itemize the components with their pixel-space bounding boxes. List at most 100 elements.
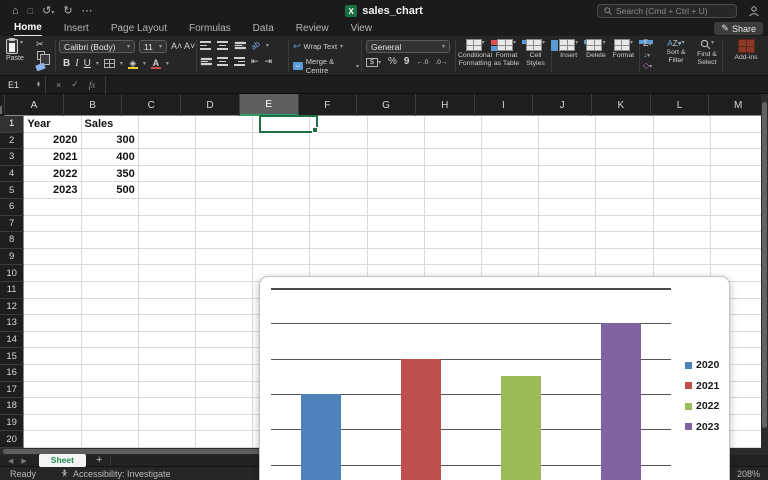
row-header-9[interactable]: 9 <box>0 249 24 266</box>
more-commands-icon[interactable]: ⋯ <box>82 6 93 17</box>
cell-C14[interactable] <box>139 332 196 349</box>
cell-C9[interactable] <box>139 249 196 266</box>
cell-H8[interactable] <box>425 232 482 249</box>
column-header-L[interactable]: L <box>651 94 710 116</box>
cell-D16[interactable] <box>196 365 253 382</box>
cell-D9[interactable] <box>196 249 253 266</box>
row-header-12[interactable]: 12 <box>0 299 24 316</box>
cell-D8[interactable] <box>196 232 253 249</box>
merge-centre-button[interactable]: ↔ Merge & Centre ▾ <box>293 57 359 75</box>
fill-button[interactable]: ↓▾ <box>643 50 652 59</box>
cell-B7[interactable] <box>82 216 139 233</box>
row-header-19[interactable]: 19 <box>0 415 24 432</box>
cell-M6[interactable] <box>711 199 768 216</box>
cell-I1[interactable] <box>482 116 539 133</box>
cell-E4[interactable] <box>253 166 310 183</box>
cell-J3[interactable] <box>539 149 596 166</box>
clear-button[interactable]: ◇▾ <box>643 61 652 70</box>
cell-G5[interactable] <box>368 182 425 199</box>
cell-K6[interactable] <box>596 199 653 216</box>
increase-indent-button[interactable]: ⇥ <box>265 57 273 66</box>
underline-button[interactable]: U <box>84 58 91 69</box>
cell-E7[interactable] <box>253 216 310 233</box>
cell-H4[interactable] <box>425 166 482 183</box>
cell-F9[interactable] <box>310 249 367 266</box>
tab-review[interactable]: Review <box>296 23 329 36</box>
addins-button[interactable]: Add-ins <box>726 36 766 76</box>
cell-H5[interactable] <box>425 182 482 199</box>
tab-insert[interactable]: Insert <box>64 23 89 36</box>
cell-C1[interactable] <box>139 116 196 133</box>
cell-A6[interactable] <box>24 199 81 216</box>
cell-I6[interactable] <box>482 199 539 216</box>
cell-M1[interactable] <box>711 116 768 133</box>
next-sheet-icon[interactable]: ▶ <box>21 457 26 465</box>
autosum-button[interactable]: Σ▾ <box>643 38 652 48</box>
cell-L8[interactable] <box>654 232 711 249</box>
cell-H2[interactable] <box>425 133 482 150</box>
column-header-G[interactable]: G <box>357 94 416 116</box>
cell-A5[interactable]: 2023 <box>24 182 81 199</box>
cell-B14[interactable] <box>82 332 139 349</box>
cell-L5[interactable] <box>654 182 711 199</box>
comma-style-button[interactable]: 9 <box>404 57 410 67</box>
column-header-E[interactable]: E <box>240 94 299 116</box>
column-header-M[interactable]: M <box>709 94 768 116</box>
bar-chart-object[interactable]: 2020202120222023 <box>259 276 730 480</box>
add-sheet-button[interactable]: + <box>96 455 111 466</box>
cancel-icon[interactable]: × <box>56 80 61 90</box>
cell-H3[interactable] <box>425 149 482 166</box>
cell-B11[interactable] <box>82 282 139 299</box>
cell-B15[interactable] <box>82 348 139 365</box>
grow-font-button[interactable]: A˄ <box>171 41 182 51</box>
copy-button[interactable] <box>37 51 45 60</box>
cell-A18[interactable] <box>24 398 81 415</box>
row-header-15[interactable]: 15 <box>0 348 24 365</box>
cell-A9[interactable] <box>24 249 81 266</box>
delete-cells-button[interactable]: ×▾ Delete <box>582 36 609 76</box>
save-icon[interactable]: □ <box>28 7 33 16</box>
cell-K5[interactable] <box>596 182 653 199</box>
name-box[interactable]: E1 ▲▼ <box>0 76 46 94</box>
cell-D12[interactable] <box>196 299 253 316</box>
cell-E9[interactable] <box>253 249 310 266</box>
tab-view[interactable]: View <box>351 23 373 36</box>
find-select-button[interactable]: ▾ Find &Select <box>693 36 721 76</box>
cell-B12[interactable] <box>82 299 139 316</box>
cell-C3[interactable] <box>139 149 196 166</box>
cell-F5[interactable] <box>310 182 367 199</box>
align-center-button[interactable] <box>217 57 228 66</box>
number-format-select[interactable]: General▾ <box>366 40 450 53</box>
cell-B9[interactable] <box>82 249 139 266</box>
cell-L6[interactable] <box>654 199 711 216</box>
cell-L1[interactable] <box>654 116 711 133</box>
cell-F2[interactable] <box>310 133 367 150</box>
cell-E3[interactable] <box>253 149 310 166</box>
account-icon[interactable] <box>748 4 760 22</box>
cell-B1[interactable]: Sales <box>82 116 139 133</box>
row-header-1[interactable]: 1 <box>0 116 24 133</box>
cell-M5[interactable] <box>711 182 768 199</box>
row-header-3[interactable]: 3 <box>0 149 24 166</box>
column-header-D[interactable]: D <box>181 94 240 116</box>
cell-M8[interactable] <box>711 232 768 249</box>
formula-input[interactable] <box>106 76 768 94</box>
cell-I8[interactable] <box>482 232 539 249</box>
cell-B2[interactable]: 300 <box>82 133 139 150</box>
decrease-decimal-button[interactable]: .0→ <box>435 59 447 66</box>
underline-dropdown[interactable]: ▾ <box>96 60 99 67</box>
cell-H9[interactable] <box>425 249 482 266</box>
borders-button[interactable] <box>104 59 115 68</box>
cell-K9[interactable] <box>596 249 653 266</box>
cell-C19[interactable] <box>139 415 196 432</box>
row-header-8[interactable]: 8 <box>0 232 24 249</box>
home-icon[interactable]: ⌂ <box>12 6 19 17</box>
cell-D15[interactable] <box>196 348 253 365</box>
orientation-button[interactable]: ab <box>249 39 261 51</box>
accounting-format-button[interactable]: $▾ <box>366 58 381 67</box>
redo-icon[interactable]: ↻ <box>63 6 72 17</box>
italic-button[interactable]: I <box>75 58 78 69</box>
cell-C18[interactable] <box>139 398 196 415</box>
cell-C10[interactable] <box>139 265 196 282</box>
enter-icon[interactable]: ✓ <box>71 79 79 90</box>
